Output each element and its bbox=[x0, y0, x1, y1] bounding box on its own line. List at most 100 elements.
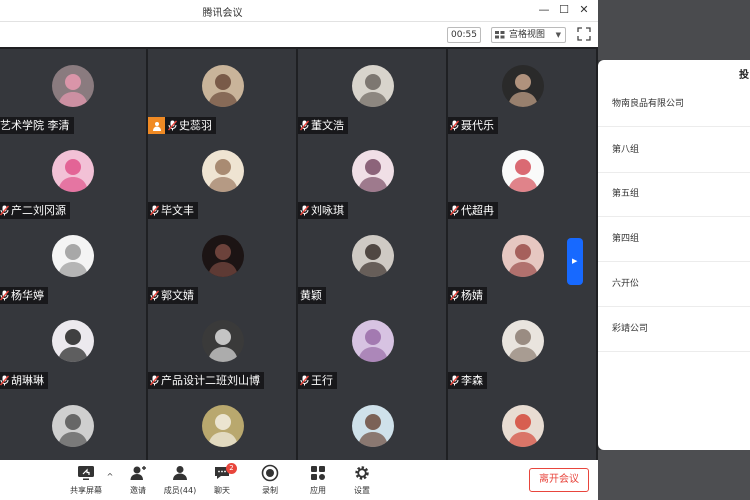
avatar bbox=[502, 65, 544, 107]
members-button[interactable]: 成员(44) bbox=[160, 464, 200, 500]
maximize-button[interactable]: ☐ bbox=[557, 3, 571, 17]
participant-tile[interactable]: 聂代乐 bbox=[448, 49, 596, 134]
participant-name-bar: 杨婧 bbox=[448, 287, 487, 304]
participant-name: 产二刘冈源 bbox=[11, 204, 66, 217]
minimize-button[interactable]: — bbox=[537, 3, 551, 17]
apps-icon bbox=[311, 466, 325, 480]
avatar bbox=[352, 65, 394, 107]
participant-name: 史蕊羽 bbox=[179, 119, 212, 132]
side-panel-item[interactable]: 第四组 bbox=[612, 217, 750, 261]
participant-name: 黄颖 bbox=[300, 289, 322, 302]
participant-name-bar: 郭文婧 bbox=[148, 287, 198, 304]
avatar bbox=[202, 65, 244, 107]
participant-name-bar: 聂代乐 bbox=[448, 117, 498, 134]
settings-label: 设置 bbox=[354, 486, 370, 495]
mic-muted-icon bbox=[0, 205, 9, 216]
participant-tile[interactable]: 艺术学院 李清 bbox=[0, 49, 146, 134]
settings-button[interactable]: 设置 bbox=[342, 464, 382, 500]
participant-name-bar: 代超冉 bbox=[448, 202, 498, 219]
side-panel-title: 投 bbox=[739, 70, 749, 81]
participant-tile[interactable]: 黄颖 bbox=[298, 219, 446, 304]
share-screen-icon bbox=[78, 466, 94, 480]
avatar bbox=[202, 320, 244, 362]
side-panel-item[interactable]: 第五组 bbox=[612, 172, 750, 216]
mic-muted-icon bbox=[300, 205, 309, 216]
record-label: 录制 bbox=[262, 486, 278, 495]
participant-name: 李森 bbox=[461, 374, 483, 387]
fullscreen-icon[interactable] bbox=[577, 27, 591, 41]
chat-label: 聊天 bbox=[214, 486, 230, 495]
participant-name: 艺术学院 李清 bbox=[0, 119, 70, 132]
participant-name: 毕文丰 bbox=[161, 204, 194, 217]
view-mode-selector[interactable]: 宫格视图 ▼ bbox=[491, 27, 566, 43]
apps-button[interactable]: 应用 bbox=[298, 464, 338, 500]
side-panel-item[interactable]: 第八组 bbox=[612, 128, 750, 172]
participant-tile[interactable]: 史蕊羽 bbox=[148, 49, 296, 134]
avatar bbox=[352, 405, 394, 447]
caret-down-icon: ▼ bbox=[555, 31, 561, 39]
participant-tile[interactable]: 刘咏琪 bbox=[298, 134, 446, 219]
chat-unread-badge: 2 bbox=[226, 463, 237, 474]
participant-name-bar: 李森 bbox=[448, 372, 487, 389]
grid-view-icon bbox=[495, 31, 505, 39]
avatar bbox=[502, 320, 544, 362]
share-options-caret[interactable]: ^ bbox=[100, 472, 120, 500]
participant-name-bar: 产二刘冈源 bbox=[0, 202, 70, 219]
mic-muted-icon bbox=[300, 375, 309, 386]
participant-tile[interactable]: 郭文婧 bbox=[148, 219, 296, 304]
avatar bbox=[352, 320, 394, 362]
avatar bbox=[52, 150, 94, 192]
participant-tile[interactable]: 代超冉 bbox=[448, 134, 596, 219]
view-mode-label: 宫格视图 bbox=[509, 30, 546, 40]
meeting-window: 腾讯会议 — ☐ ✕ 00:55 宫格视图 ▼ 艺术学院 李清 史蕊羽 董文浩 聂代乐… bbox=[0, 0, 750, 500]
participant-name: 杨婧 bbox=[461, 289, 483, 302]
participant-name: 聂代乐 bbox=[461, 119, 494, 132]
invite-button[interactable]: 邀请 bbox=[118, 464, 158, 500]
participant-name-bar: 史蕊羽 bbox=[148, 117, 216, 134]
title-bar: 腾讯会议 — ☐ ✕ bbox=[0, 0, 598, 22]
participant-name-bar: 艺术学院 李清 bbox=[0, 117, 74, 134]
members-label: 成员(44) bbox=[163, 486, 197, 495]
chat-button[interactable]: 2 聊天 bbox=[202, 463, 242, 500]
record-icon bbox=[261, 464, 279, 482]
host-person-icon bbox=[148, 117, 165, 134]
participant-name-bar: 产品设计二班刘山博 bbox=[148, 372, 264, 389]
participant-tile[interactable]: 李森 bbox=[448, 304, 596, 389]
background-block bbox=[598, 0, 750, 60]
participant-tile[interactable]: 王行 bbox=[298, 304, 446, 389]
mic-muted-icon bbox=[0, 375, 9, 386]
side-panel-item[interactable]: 六开伀 bbox=[612, 262, 750, 306]
mic-muted-icon bbox=[300, 120, 309, 131]
participant-tile[interactable]: 产品设计二班刘山博 bbox=[148, 304, 296, 389]
avatar bbox=[202, 150, 244, 192]
meeting-timer: 00:55 bbox=[447, 27, 481, 43]
video-grid: 艺术学院 李清 史蕊羽 董文浩 聂代乐产二刘冈源 毕文丰 刘咏琪 代超冉杨华婷 郭文婧 黄颖 杨婧… bbox=[0, 47, 598, 474]
participant-name-bar: 刘咏琪 bbox=[298, 202, 348, 219]
apps-label: 应用 bbox=[310, 486, 326, 495]
participant-tile[interactable]: 董文浩 bbox=[298, 49, 446, 134]
mic-muted-icon bbox=[450, 375, 459, 386]
participant-name-bar: 杨华婷 bbox=[0, 287, 48, 304]
avatar bbox=[202, 235, 244, 277]
record-button[interactable]: 录制 bbox=[250, 464, 290, 500]
side-panel-item[interactable]: 物南良品有限公司 bbox=[612, 82, 750, 126]
participant-name-bar: 董文浩 bbox=[298, 117, 348, 134]
participant-name: 杨华婷 bbox=[11, 289, 44, 302]
panel-toggle-handle[interactable]: ▶ bbox=[567, 238, 583, 285]
mic-muted-icon bbox=[0, 290, 9, 301]
mic-muted-icon bbox=[450, 290, 459, 301]
participant-tile[interactable]: 胡琳琳 bbox=[0, 304, 146, 389]
side-panel-item[interactable]: 彩靖公司 bbox=[612, 307, 750, 351]
leave-meeting-button[interactable]: 离开会议 bbox=[529, 468, 589, 492]
mic-muted-icon bbox=[150, 205, 159, 216]
mic-muted-icon bbox=[150, 290, 159, 301]
avatar bbox=[202, 405, 244, 447]
participant-tile[interactable]: 杨华婷 bbox=[0, 219, 146, 304]
participant-tile[interactable]: 产二刘冈源 bbox=[0, 134, 146, 219]
participant-tile[interactable]: 毕文丰 bbox=[148, 134, 296, 219]
participant-name-bar: 黄颖 bbox=[298, 287, 326, 304]
close-button[interactable]: ✕ bbox=[577, 3, 591, 17]
invite-label: 邀请 bbox=[130, 486, 146, 495]
participant-name: 胡琳琳 bbox=[11, 374, 44, 387]
members-icon bbox=[173, 466, 187, 480]
